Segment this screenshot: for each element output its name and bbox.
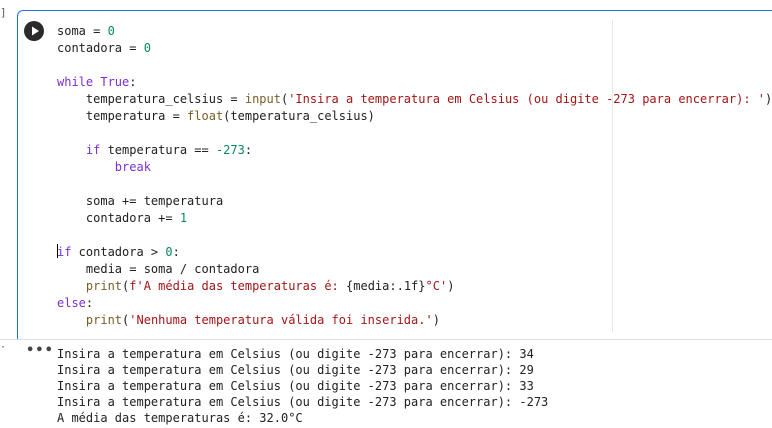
code-token: : [129,75,137,89]
code-token: True [100,75,130,89]
code-line[interactable] [57,176,772,193]
code-editor[interactable]: soma = 0 contadora = 0 while True: temper… [57,23,772,329]
output-marker: · [0,342,7,353]
code-token: media = soma / contadora [57,262,260,276]
code-token: 'Insira a temperatura em Celsius (ou dig… [288,92,766,106]
code-line[interactable]: print(f'A média das temperaturas é: {med… [57,278,772,295]
code-line[interactable] [57,125,772,142]
code-line[interactable]: print('Nenhuma temperatura válida foi in… [57,312,772,329]
code-token: contadora = [57,41,144,55]
code-token: break [114,160,151,174]
code-token: : [244,143,253,157]
output-actions-menu[interactable]: ••• [26,343,54,358]
code-token: 'Nenhuma temperatura válida foi inserida… [129,313,433,327]
code-token: float [187,109,224,123]
code-token: contadora += [57,211,180,225]
code-line[interactable]: temperatura_celsius = input('Insira a te… [57,91,772,108]
code-token: {media:.1f} [346,279,426,293]
code-token: : [85,296,94,310]
code-token: print [85,279,123,293]
code-token: contadora > [71,245,166,259]
code-token: ) [432,313,440,327]
code-token: 1 [179,211,188,225]
code-line[interactable]: soma += temperatura [57,193,772,210]
code-line[interactable]: while True: [57,74,772,91]
code-token: f'A média das temperaturas é: [129,279,347,293]
code-line[interactable]: soma = 0 [57,23,772,40]
code-line[interactable]: if contadora > 0: [57,244,772,261]
code-token: else [57,296,86,310]
code-line[interactable]: else: [57,295,772,312]
code-line[interactable]: break [57,159,772,176]
output-line: Insira a temperatura em Celsius (ou digi… [57,347,534,361]
code-token: 0 [165,245,173,259]
code-line[interactable] [57,57,772,74]
code-token: if [85,143,101,157]
play-circle-icon [32,26,39,36]
cell-output: Insira a temperatura em Celsius (ou digi… [57,346,548,426]
code-token: temperatura = [57,109,188,123]
code-line[interactable]: contadora = 0 [57,40,772,57]
code-token: soma = [57,24,108,38]
code-line[interactable] [57,227,772,244]
code-token: if [57,245,72,259]
code-line[interactable]: temperatura = float(temperatura_celsius) [57,108,772,125]
output-line: A média das temperaturas é: 32.0°C [57,411,303,425]
code-line[interactable]: media = soma / contadora [57,261,772,278]
run-cell-button[interactable] [24,21,44,41]
code-token: temperatura_celsius = [57,92,245,106]
code-token: ) [765,92,772,106]
code-token: print [85,313,123,327]
output-line: Insira a temperatura em Celsius (ou digi… [57,363,534,377]
output-line: Insira a temperatura em Celsius (ou digi… [57,379,534,393]
code-token: 0 [107,24,115,38]
execution-count: ] [0,6,7,19]
code-token: -273 [215,143,245,157]
code-token: while [57,75,101,89]
code-token: : [172,245,180,259]
code-line[interactable]: if temperatura == -273: [57,142,772,159]
code-token: (temperatura_celsius) [223,109,375,123]
output-divider [0,339,772,340]
code-line[interactable]: contadora += 1 [57,210,772,227]
code-token: temperatura == [100,143,216,157]
code-token: soma += temperatura [57,194,224,208]
code-token: input [244,92,281,106]
code-token: 0 [143,41,151,55]
code-token: ) [447,279,455,293]
output-line: Insira a temperatura em Celsius (ou digi… [57,395,549,409]
code-token: °C' [425,279,448,293]
